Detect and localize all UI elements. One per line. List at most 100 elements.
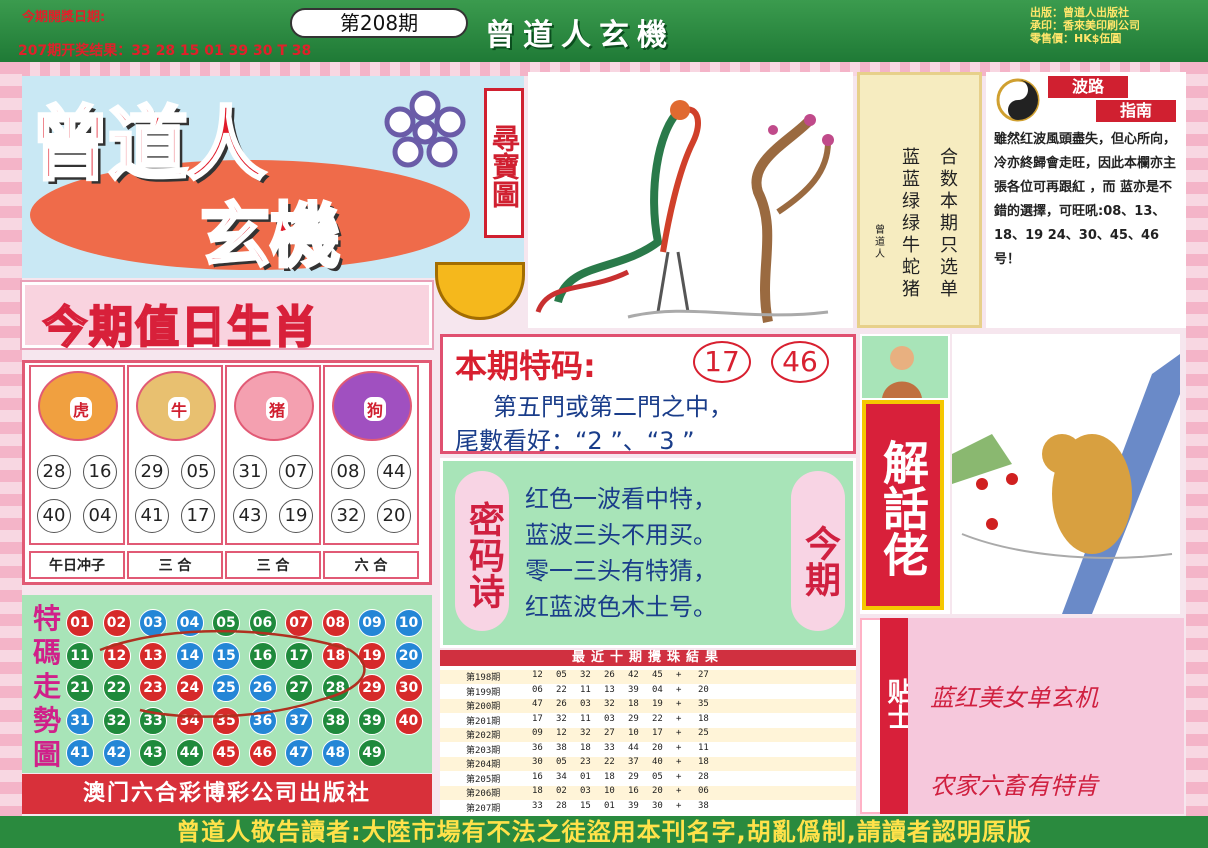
history-cell: 06 [698, 786, 709, 796]
price-line: 零售價：HK$伍圓 [1030, 32, 1122, 45]
wave-text: 雖然红波風頭盡失，但心所向，冷亦終歸會走旺，因此本欄亦主張各位可再跟紅 ，而 蓝… [994, 132, 1177, 267]
today-zodiac-title: 今期值日生肖 [42, 301, 319, 354]
history-row: 第201期 17 32 11 03 29 22 +18 [440, 713, 856, 728]
history-cell: 35 [698, 699, 709, 709]
special-number-2: 46 [771, 341, 829, 383]
publisher-bar: 澳门六合彩博彩公司出版社 [22, 774, 432, 814]
trend-ball: 48 [321, 739, 350, 767]
zodiac-relation-label: 午日冲子 [29, 551, 125, 579]
zodiac-relation-label: 三 合 [225, 551, 321, 579]
prev-result: 207期开奖结果：33 28 15 01 39 30 T 38 [18, 43, 312, 59]
trend-ball: 41 [66, 739, 94, 767]
special-title: 本期特码: [455, 347, 596, 385]
history-cell: 20 [698, 684, 709, 695]
trend-ball: 44 [175, 739, 204, 767]
history-cell: + [676, 728, 682, 738]
history-cell: 32 [580, 728, 591, 738]
special-number-1: 17 [693, 341, 751, 383]
poem-line: 蓝波三头不用买。 [525, 521, 717, 549]
history-cell: 18 [628, 699, 639, 709]
history-cell: 03 [580, 699, 591, 709]
history-cell: 47 [532, 699, 543, 709]
special-line-1: 第五門或第二門之中， [493, 393, 733, 421]
zodiac-number: 05 [181, 455, 215, 489]
history-cell: 19 [652, 699, 663, 709]
logo-line1: 曾道人 [29, 97, 268, 193]
history-cell: 11 [580, 684, 591, 695]
today-zodiac-title-bar: 今期值日生肖 [20, 280, 434, 354]
trend-ball: 49 [358, 739, 386, 767]
history-row: 第205期 16 34 01 18 29 05 +28 [440, 771, 856, 786]
history-cell: 05 [652, 771, 663, 782]
zodiac-number: 40 [37, 499, 71, 533]
history-cell: 17 [652, 728, 663, 738]
trend-ball: 47 [285, 739, 313, 767]
zodiac-number: 29 [135, 455, 169, 489]
history-cell: 17 [532, 713, 543, 724]
dog-icon: 狗 [332, 371, 412, 441]
history-cell: 28 [698, 771, 709, 782]
trend-title: 特碼走勢圖 [32, 602, 61, 771]
history-cell: 22 [604, 757, 615, 767]
history-cell: 33 [604, 742, 615, 753]
history-cell: 13 [604, 684, 615, 695]
issue-number: 第208期 [290, 8, 468, 38]
zodiac-number: 20 [377, 499, 411, 533]
history-cell: 09 [532, 728, 543, 738]
history-table: 最近十期攪珠結果 第198期 12 05 32 26 42 45 +27 第199期 06 22 11… [440, 650, 856, 816]
zodiac-number: 41 [135, 499, 169, 533]
history-cell: 42 [628, 670, 639, 680]
history-cell: 28 [556, 800, 567, 811]
history-cell: 30 [652, 800, 663, 811]
history-cell: 26 [604, 670, 615, 680]
history-cell: 05 [556, 670, 567, 680]
history-cell: 20 [652, 786, 663, 796]
win-tips-box: 蓝红美女单玄机 农家六畜有特肯 [908, 618, 1184, 814]
history-cell: 01 [604, 800, 615, 811]
history-cell: 04 [652, 684, 663, 695]
history-row: 第198期 12 05 32 26 42 45 +27 [440, 670, 856, 684]
history-cell: 32 [556, 713, 567, 724]
header-title: 曾道人玄機 [485, 18, 675, 53]
zodiac-number: 28 [37, 455, 71, 489]
history-cell: 23 [580, 757, 591, 767]
history-cell: + [676, 670, 682, 680]
history-cell: 39 [628, 684, 639, 695]
history-cell: 第202期 [466, 731, 501, 741]
history-cell: 02 [556, 786, 567, 796]
history-cell: 44 [628, 742, 639, 753]
trend-ball: 43 [139, 739, 167, 767]
history-cell: 01 [580, 771, 591, 782]
zodiac-number: 19 [279, 499, 313, 533]
history-row: 第202期 09 12 32 27 10 17 +25 [440, 728, 856, 742]
treasure-map-label: 尋寶圖 [484, 88, 524, 238]
history-cell: 27 [698, 670, 709, 680]
history-cell: 15 [580, 800, 591, 811]
zodiac-name: 虎 [70, 397, 93, 421]
poem-line: 零一三头有特猜， [525, 557, 717, 585]
history-cell: 16 [628, 786, 639, 796]
trend-ball: 45 [212, 739, 240, 767]
wave-guide: 波路 指南 雖然红波風頭盡失，但心所向，冷亦終歸會走旺，因此本欄亦主張各位可再跟… [986, 72, 1186, 328]
publisher-line: 出版：曾道人出版社 [1030, 6, 1129, 19]
zodiac-cell: 牛 29 05 41 17 [127, 365, 223, 545]
history-cell: 26 [556, 699, 567, 709]
history-cell: 18 [698, 713, 709, 724]
win-tips-label-bar: 贴士 [880, 618, 913, 814]
history-cell: 22 [556, 684, 567, 695]
history-cell: 05 [556, 757, 567, 767]
footer-notice: 曾道人敬告讀者:大陸市場有不法之徒盜用本刊名字,胡亂僞制,請讀者認明原版 [0, 816, 1208, 848]
header-bar: 今期開獎日期: 207期开奖结果：33 28 15 01 39 30 T 38 … [0, 0, 1208, 62]
history-row: 第207期 33 28 15 01 39 30 +38 [440, 800, 856, 815]
history-cell: 03 [604, 713, 615, 724]
history-cell: 03 [580, 786, 591, 796]
zodiac-number: 16 [83, 455, 117, 489]
history-cell: 第201期 [466, 716, 501, 727]
history-cell: 第198期 [466, 673, 501, 683]
history-cell: 32 [604, 699, 615, 709]
monkey-illustration [952, 334, 1180, 614]
draw-date-label: 今期開獎日期: [22, 10, 106, 25]
zodiac-number: 17 [181, 499, 215, 533]
history-cell: 第205期 [466, 774, 501, 785]
poem-line: 红色一波看中特， [525, 485, 717, 513]
